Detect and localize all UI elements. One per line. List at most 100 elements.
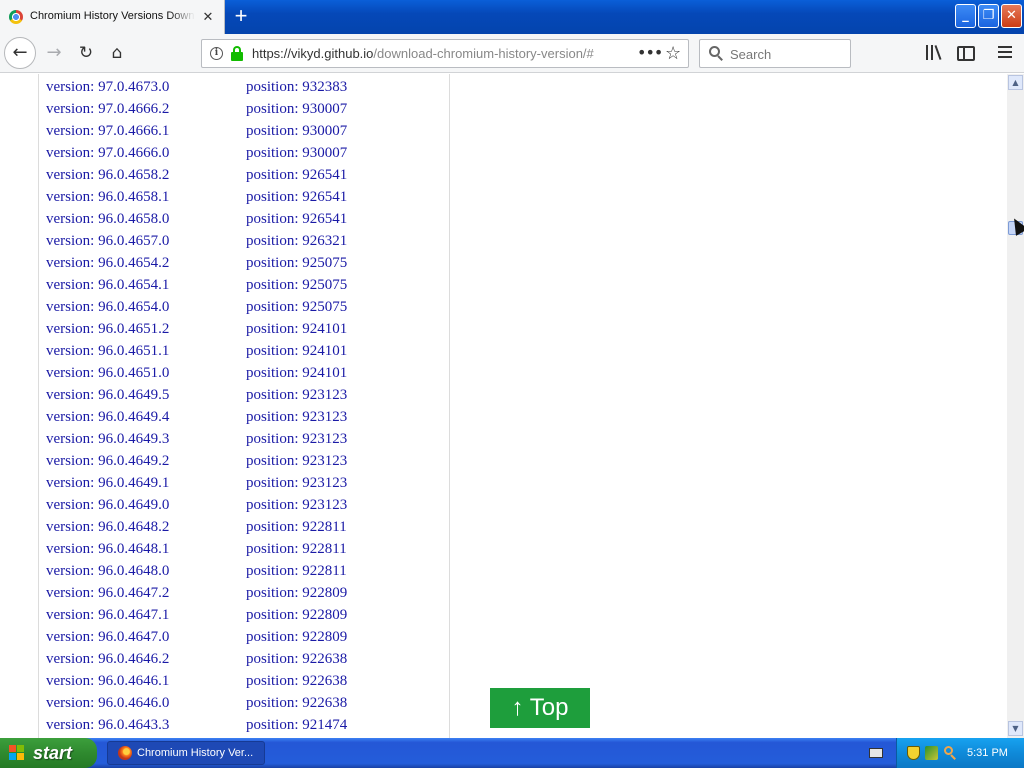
- table-row[interactable]: version: 96.0.4646.2 position: 922638: [46, 648, 347, 670]
- position-link[interactable]: position: 922638: [246, 692, 347, 714]
- table-row[interactable]: version: 97.0.4666.2 position: 930007: [46, 98, 347, 120]
- position-link[interactable]: position: 924101: [246, 340, 347, 362]
- version-link[interactable]: version: 96.0.4658.2: [46, 164, 246, 186]
- version-link[interactable]: version: 96.0.4651.2: [46, 318, 246, 340]
- version-link[interactable]: version: 96.0.4646.0: [46, 692, 246, 714]
- version-link[interactable]: version: 96.0.4649.3: [46, 428, 246, 450]
- version-link[interactable]: version: 96.0.4648.1: [46, 538, 246, 560]
- table-row[interactable]: version: 96.0.4658.2 position: 926541: [46, 164, 347, 186]
- table-row[interactable]: version: 96.0.4651.0 position: 924101: [46, 362, 347, 384]
- version-link[interactable]: version: 96.0.4646.1: [46, 670, 246, 692]
- version-link[interactable]: version: 96.0.4658.1: [46, 186, 246, 208]
- table-row[interactable]: version: 96.0.4654.2 position: 925075: [46, 252, 347, 274]
- version-link[interactable]: version: 96.0.4649.0: [46, 494, 246, 516]
- version-link[interactable]: version: 97.0.4666.2: [46, 98, 246, 120]
- table-row[interactable]: version: 96.0.4643.3 position: 921474: [46, 714, 347, 736]
- position-link[interactable]: position: 930007: [246, 98, 347, 120]
- position-link[interactable]: position: 924101: [246, 362, 347, 384]
- version-link[interactable]: version: 97.0.4666.1: [46, 120, 246, 142]
- version-link[interactable]: version: 97.0.4673.0: [46, 76, 246, 98]
- keyboard-icon[interactable]: [869, 748, 883, 758]
- library-icon[interactable]: [925, 44, 943, 62]
- url-text[interactable]: https://vikyd.github.io/download-chromiu…: [252, 46, 594, 61]
- version-link[interactable]: version: 96.0.4654.1: [46, 274, 246, 296]
- back-button[interactable]: ←: [4, 37, 36, 69]
- start-button[interactable]: start: [0, 738, 97, 768]
- table-row[interactable]: version: 96.0.4648.2 position: 922811: [46, 516, 347, 538]
- position-link[interactable]: position: 921474: [246, 714, 347, 736]
- position-link[interactable]: position: 923123: [246, 428, 347, 450]
- table-row[interactable]: version: 96.0.4658.1 position: 926541: [46, 186, 347, 208]
- position-link[interactable]: position: 922811: [246, 516, 347, 538]
- version-link[interactable]: version: 96.0.4651.1: [46, 340, 246, 362]
- position-link[interactable]: position: 925075: [246, 274, 347, 296]
- table-row[interactable]: version: 96.0.4658.0 position: 926541: [46, 208, 347, 230]
- version-link[interactable]: version: 96.0.4649.5: [46, 384, 246, 406]
- version-link[interactable]: version: 96.0.4649.1: [46, 472, 246, 494]
- version-link[interactable]: version: 96.0.4643.3: [46, 714, 246, 736]
- table-row[interactable]: version: 96.0.4649.1 position: 923123: [46, 472, 347, 494]
- position-link[interactable]: position: 932383: [246, 76, 347, 98]
- version-link[interactable]: version: 96.0.4658.0: [46, 208, 246, 230]
- position-link[interactable]: position: 924101: [246, 318, 347, 340]
- version-link[interactable]: version: 96.0.4648.0: [46, 560, 246, 582]
- table-row[interactable]: version: 96.0.4646.0 position: 922638: [46, 692, 347, 714]
- table-row[interactable]: version: 96.0.4649.0 position: 923123: [46, 494, 347, 516]
- scroll-up-arrow-icon[interactable]: ▲: [1008, 75, 1023, 90]
- position-link[interactable]: position: 922811: [246, 560, 347, 582]
- version-link[interactable]: version: 96.0.4651.0: [46, 362, 246, 384]
- position-link[interactable]: position: 930007: [246, 120, 347, 142]
- position-link[interactable]: position: 923123: [246, 494, 347, 516]
- table-row[interactable]: version: 96.0.4651.1 position: 924101: [46, 340, 347, 362]
- position-link[interactable]: position: 926321: [246, 230, 347, 252]
- position-link[interactable]: position: 922638: [246, 648, 347, 670]
- position-link[interactable]: position: 923123: [246, 472, 347, 494]
- position-link[interactable]: position: 926541: [246, 208, 347, 230]
- position-link[interactable]: position: 926541: [246, 164, 347, 186]
- table-row[interactable]: version: 96.0.4648.0 position: 922811: [46, 560, 347, 582]
- position-link[interactable]: position: 923123: [246, 406, 347, 428]
- reload-button[interactable]: ↻: [72, 40, 100, 68]
- taskbar-item-browser[interactable]: Chromium History Ver...: [107, 741, 265, 765]
- version-link[interactable]: version: 96.0.4649.2: [46, 450, 246, 472]
- table-row[interactable]: version: 96.0.4657.0 position: 926321: [46, 230, 347, 252]
- page-actions-icon[interactable]: •••: [637, 43, 663, 62]
- table-row[interactable]: version: 96.0.4648.1 position: 922811: [46, 538, 347, 560]
- table-row[interactable]: version: 96.0.4654.0 position: 925075: [46, 296, 347, 318]
- maximize-button[interactable]: ❐: [978, 4, 999, 28]
- position-link[interactable]: position: 926541: [246, 186, 347, 208]
- table-row[interactable]: version: 96.0.4647.2 position: 922809: [46, 582, 347, 604]
- position-link[interactable]: position: 930007: [246, 142, 347, 164]
- version-link[interactable]: version: 96.0.4657.0: [46, 230, 246, 252]
- secure-lock-icon[interactable]: [231, 46, 243, 62]
- version-link[interactable]: version: 96.0.4649.4: [46, 406, 246, 428]
- network-icon[interactable]: [925, 746, 938, 760]
- home-button[interactable]: ⌂: [103, 40, 131, 68]
- version-link[interactable]: version: 96.0.4647.2: [46, 582, 246, 604]
- version-link[interactable]: version: 96.0.4648.2: [46, 516, 246, 538]
- position-link[interactable]: position: 922809: [246, 626, 347, 648]
- table-row[interactable]: version: 96.0.4649.5 position: 923123: [46, 384, 347, 406]
- table-row[interactable]: version: 96.0.4649.4 position: 923123: [46, 406, 347, 428]
- sidebar-toggle-icon[interactable]: [957, 46, 975, 61]
- table-row[interactable]: version: 97.0.4666.1 position: 930007: [46, 120, 347, 142]
- security-shield-icon[interactable]: [907, 746, 920, 760]
- position-link[interactable]: position: 922809: [246, 604, 347, 626]
- table-row[interactable]: version: 96.0.4647.0 position: 922809: [46, 626, 347, 648]
- search-box[interactable]: [699, 39, 851, 68]
- version-link[interactable]: version: 97.0.4666.0: [46, 142, 246, 164]
- table-row[interactable]: version: 96.0.4647.1 position: 922809: [46, 604, 347, 626]
- position-link[interactable]: position: 925075: [246, 252, 347, 274]
- position-link[interactable]: position: 922638: [246, 670, 347, 692]
- address-bar[interactable]: i https://vikyd.github.io/download-chrom…: [201, 39, 689, 68]
- search-input[interactable]: [730, 45, 845, 63]
- table-row[interactable]: version: 96.0.4649.2 position: 923123: [46, 450, 347, 472]
- close-window-button[interactable]: ✕: [1001, 4, 1022, 28]
- minimize-button[interactable]: _: [955, 4, 976, 28]
- version-link[interactable]: version: 96.0.4647.1: [46, 604, 246, 626]
- position-link[interactable]: position: 922809: [246, 582, 347, 604]
- table-row[interactable]: version: 96.0.4654.1 position: 925075: [46, 274, 347, 296]
- new-tab-button[interactable]: +: [229, 5, 253, 29]
- version-link[interactable]: version: 96.0.4654.0: [46, 296, 246, 318]
- hamburger-menu-icon[interactable]: [998, 44, 1012, 62]
